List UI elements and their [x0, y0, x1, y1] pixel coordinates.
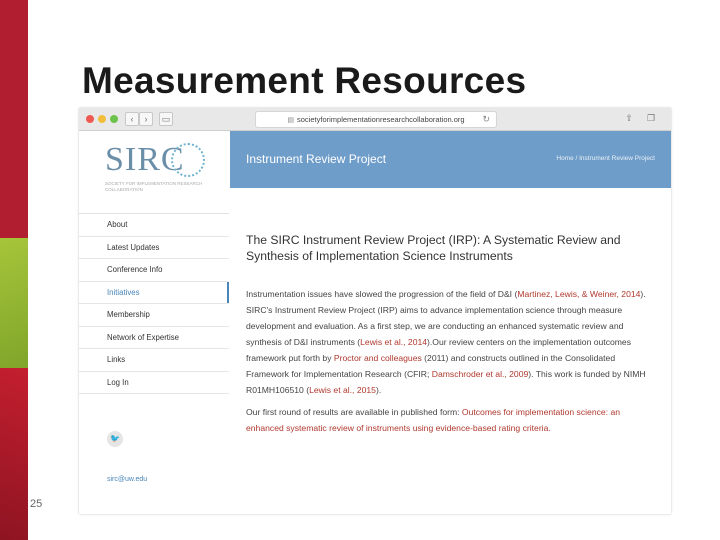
- citation-link-martinez[interactable]: Martinez, Lewis, & Weiner, 2014: [517, 289, 640, 299]
- sidebar-toggle-icon[interactable]: ▭: [159, 112, 173, 126]
- maximize-window-icon[interactable]: [110, 115, 118, 123]
- address-bar[interactable]: ▤ societyforimplementationresearchcollabo…: [255, 111, 497, 128]
- nav-item-conference-info[interactable]: Conference Info: [79, 259, 229, 282]
- decor-strip-green: [0, 238, 28, 368]
- nav-item-initiatives[interactable]: Initiatives: [79, 281, 229, 304]
- nav-item-log-in[interactable]: Log In: [79, 372, 229, 394]
- site-nav: About Latest Updates Conference Info Ini…: [79, 213, 229, 394]
- nav-item-latest-updates[interactable]: Latest Updates: [79, 237, 229, 259]
- share-icon[interactable]: ⇧: [623, 112, 635, 124]
- text-span: ).: [375, 385, 382, 395]
- address-url: societyforimplementationresearchcollabor…: [297, 115, 465, 124]
- tabs-icon[interactable]: ❐: [645, 112, 657, 124]
- minimize-window-icon[interactable]: [98, 115, 106, 123]
- twitter-icon[interactable]: 🐦: [107, 431, 123, 447]
- page-banner: Instrument Review Project Home / Instrum…: [230, 131, 671, 188]
- citation-link-damschroder[interactable]: Damschroder et al., 2009: [432, 369, 529, 379]
- text-span: Our first round of results are available…: [246, 407, 462, 417]
- contact-email-link[interactable]: sirc@uw.edu: [107, 476, 147, 483]
- citation-link-lewis-2014[interactable]: Lewis et al., 2014: [360, 337, 427, 347]
- citation-link-proctor[interactable]: Proctor and colleagues: [334, 353, 422, 363]
- browser-toolbar: ‹ › ▭ ▤ societyforimplementationresearchc…: [79, 108, 671, 131]
- article-heading: The SIRC Instrument Review Project (IRP)…: [246, 233, 621, 263]
- logo-tagline: SOCIETY FOR IMPLEMENTATION RESEARCH COLL…: [105, 181, 203, 192]
- slide-page-number: 25: [30, 498, 43, 510]
- decor-strip-red: [0, 0, 28, 238]
- main-content: The SIRC Instrument Review Project (IRP)…: [246, 232, 646, 442]
- slide-title: Measurement Resources: [82, 60, 527, 101]
- results-paragraph: Our first round of results are available…: [246, 404, 646, 436]
- banner-title: Instrument Review Project: [246, 152, 387, 166]
- logo-dots-icon: [171, 143, 205, 177]
- breadcrumb[interactable]: Home / Instrument Review Project: [556, 155, 655, 162]
- close-window-icon[interactable]: [86, 115, 94, 123]
- browser-window: ‹ › ▭ ▤ societyforimplementationresearchc…: [79, 108, 671, 514]
- chevron-left-icon[interactable]: ‹: [125, 112, 139, 126]
- decor-strip-red-bottom: [0, 368, 28, 540]
- site-sidebar: SIRC SOCIETY FOR IMPLEMENTATION RESEARCH…: [79, 131, 229, 514]
- chevron-right-icon[interactable]: ›: [139, 112, 153, 126]
- nav-item-links[interactable]: Links: [79, 349, 229, 372]
- reload-icon[interactable]: ↻: [482, 112, 490, 127]
- text-span: Instrumentation issues have slowed the p…: [246, 289, 518, 299]
- citation-link-lewis-2015[interactable]: Lewis et al., 2015: [309, 385, 376, 395]
- lock-icon: ▤: [287, 117, 295, 124]
- nav-item-network-of-expertise[interactable]: Network of Expertise: [79, 327, 229, 349]
- intro-paragraph: Instrumentation issues have slowed the p…: [246, 286, 646, 398]
- nav-item-membership[interactable]: Membership: [79, 304, 229, 327]
- site-logo[interactable]: SIRC SOCIETY FOR IMPLEMENTATION RESEARCH…: [105, 141, 215, 207]
- nav-item-about[interactable]: About: [79, 214, 229, 237]
